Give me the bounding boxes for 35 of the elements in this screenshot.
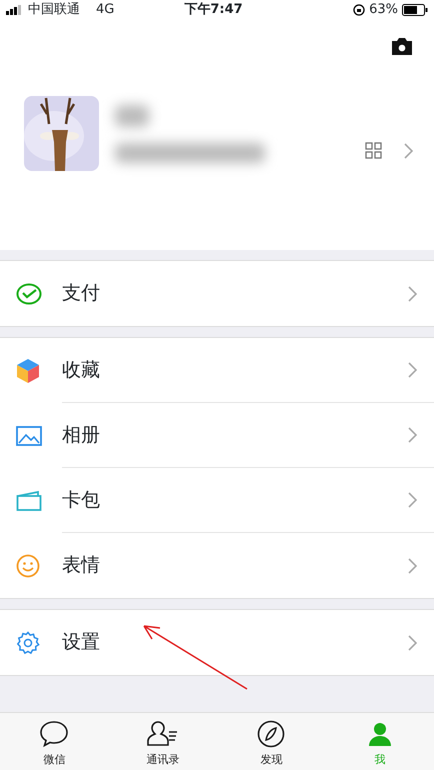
qr-code-icon[interactable] [365, 142, 382, 159]
clock-time: 下午7:47 [184, 1, 243, 20]
menu-item[interactable]: 相册 [0, 403, 434, 468]
battery-percent: 63% [369, 1, 398, 20]
chevron-icon [408, 634, 418, 650]
carrier-name: 中国联通 [28, 1, 80, 20]
chevron-icon [408, 492, 418, 508]
network-type: 4G [96, 1, 114, 20]
signal-icon [6, 5, 24, 15]
chevron-icon [408, 558, 418, 574]
menu-item[interactable]: 卡包 [0, 468, 434, 533]
menu-item[interactable]: 表情 [0, 533, 434, 598]
camera-icon[interactable] [390, 36, 414, 56]
chat-bubble-icon [39, 720, 70, 748]
chevron-icon [408, 362, 418, 378]
cube-icon [16, 358, 40, 384]
menu-item[interactable]: 支付 [0, 261, 434, 326]
contacts-icon [146, 720, 179, 748]
card-icon [16, 490, 42, 512]
settings-icon [16, 630, 40, 654]
rotation-lock-icon [353, 4, 366, 16]
smiley-icon [16, 554, 40, 578]
chevron-icon [404, 142, 414, 158]
chevron-icon [408, 427, 418, 443]
battery-icon [402, 4, 428, 16]
wallet-check-icon [16, 282, 42, 304]
blurred-name [115, 104, 149, 126]
compass-icon [257, 720, 286, 748]
tab-item[interactable]: 发现 [217, 713, 326, 770]
tab-item[interactable]: 通讯录 [108, 713, 217, 770]
chevron-icon [408, 286, 418, 302]
menu-item[interactable]: 收藏 [0, 338, 434, 403]
menu-item[interactable]: 设置 [0, 610, 434, 675]
tab-item[interactable]: 微信 [0, 713, 108, 770]
image-icon [16, 426, 42, 446]
